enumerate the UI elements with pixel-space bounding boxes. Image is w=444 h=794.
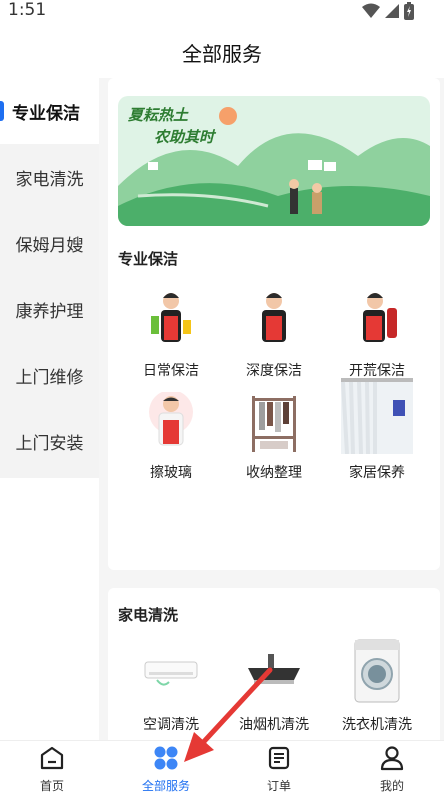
sidebar-item-label: 专业保洁	[12, 103, 80, 124]
curtain-icon	[341, 378, 413, 455]
sidebar-item-installation[interactable]: 上门安装	[0, 408, 99, 474]
tab-orders[interactable]: 订单	[234, 745, 324, 794]
status-bar: 1:51	[0, 0, 444, 26]
sidebar-item-appliance-cleaning[interactable]: 家电清洗	[0, 144, 99, 210]
tab-label: 全部服务	[141, 779, 190, 793]
banner-line1: 夏耘热土	[128, 106, 189, 124]
tab-all-services[interactable]: 全部服务	[121, 745, 211, 794]
sidebar-item-repair[interactable]: 上门维修	[0, 342, 99, 408]
status-icons	[362, 2, 414, 20]
status-time: 1:51	[8, 0, 47, 20]
promo-banner[interactable]: 夏耘热土 农助其时	[118, 96, 430, 226]
signal-icon	[385, 4, 399, 18]
cleaner-woman-icon	[363, 293, 397, 342]
section-title: 专业保洁	[118, 250, 179, 268]
service-label: 油烟机清洗	[239, 717, 309, 733]
battery-icon	[404, 2, 414, 20]
service-ac-cleaning[interactable]: 空调清洗	[121, 644, 221, 734]
tab-label: 我的	[379, 779, 404, 793]
sidebar-item-cleaning[interactable]: 专业保洁	[0, 78, 99, 144]
cleaner-woman-icon	[151, 293, 191, 342]
active-indicator	[0, 101, 4, 121]
banner-illustration: 夏耘热土 农助其时	[118, 96, 430, 226]
category-sidebar: 专业保洁 家电清洗 保姆月嫂 康养护理 上门维修 上门安装	[0, 78, 99, 478]
service-range-hood-cleaning[interactable]: 油烟机清洗	[224, 644, 324, 734]
cleaner-woman-icon	[262, 293, 286, 342]
section-title: 家电清洗	[118, 606, 179, 624]
service-label: 家居保养	[349, 465, 405, 481]
sidebar-item-label: 康养护理	[15, 301, 84, 322]
sidebar-item-nanny[interactable]: 保姆月嫂	[0, 210, 99, 276]
tab-label: 首页	[39, 779, 64, 793]
page-header: 全部服务	[0, 26, 444, 78]
service-storage-organizing[interactable]: 收纳整理	[224, 392, 324, 482]
service-post-renovation-cleaning[interactable]: 开荒保洁	[327, 290, 427, 380]
user-icon	[380, 746, 404, 771]
wifi-icon	[362, 3, 380, 18]
service-label: 开荒保洁	[349, 363, 405, 379]
sidebar-item-elderly-care[interactable]: 康养护理	[0, 276, 99, 342]
section-card-appliance: 家电清洗 空调清洗 油烟机清洗 洗衣机清洗	[108, 588, 440, 740]
service-washing-machine-cleaning[interactable]: 洗衣机清洗	[327, 638, 427, 734]
service-deep-cleaning[interactable]: 深度保洁	[224, 290, 324, 380]
order-icon	[268, 746, 290, 770]
service-label: 日常保洁	[143, 363, 199, 379]
section-card-cleaning: 夏耘热土 农助其时 专业保洁 日常保洁 深度保洁 开荒保洁 擦玻璃 收纳整理 家…	[108, 78, 440, 570]
sidebar-item-label: 家电清洗	[15, 169, 84, 190]
washing-machine-icon	[354, 639, 400, 703]
service-label: 深度保洁	[246, 363, 302, 379]
service-content[interactable]: 夏耘热土 农助其时 专业保洁 日常保洁 深度保洁 开荒保洁 擦玻璃 收纳整理 家…	[99, 78, 444, 740]
service-label: 洗衣机清洗	[342, 717, 412, 733]
service-home-maintenance[interactable]: 家居保养	[327, 378, 427, 482]
air-conditioner-icon	[144, 661, 198, 686]
tab-label: 订单	[266, 779, 291, 793]
service-label: 空调清洗	[143, 717, 199, 733]
tab-home[interactable]: 首页	[7, 745, 97, 794]
services-grid-icon	[154, 746, 178, 770]
sidebar-item-label: 保姆月嫂	[15, 235, 84, 256]
cleaner-man-icon	[149, 390, 193, 446]
tab-profile[interactable]: 我的	[347, 745, 437, 794]
service-window-cleaning[interactable]: 擦玻璃	[121, 390, 221, 482]
clothes-rack-icon	[252, 396, 296, 452]
page-title: 全部服务	[182, 41, 262, 66]
bottom-tab-bar: 首页 全部服务 订单 我的	[0, 740, 444, 794]
home-icon	[40, 746, 64, 770]
sidebar-item-label: 上门维修	[15, 367, 84, 388]
banner-line2: 农助其时	[154, 128, 217, 146]
service-label: 擦玻璃	[150, 465, 192, 481]
range-hood-icon	[248, 654, 300, 684]
service-label: 收纳整理	[246, 465, 302, 481]
service-daily-cleaning[interactable]: 日常保洁	[121, 290, 221, 380]
sidebar-item-label: 上门安装	[15, 433, 84, 454]
